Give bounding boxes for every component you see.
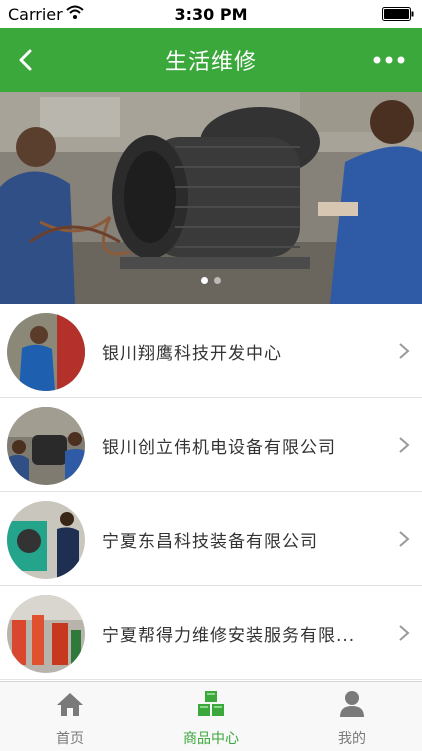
chevron-right-icon	[399, 437, 410, 453]
company-name: 宁夏东昌科技装备有限公司	[102, 532, 318, 552]
tab-bar: 首页 商品中心 我的	[0, 681, 422, 751]
banner-carousel[interactable]	[0, 92, 422, 304]
tab-mine-label: 我的	[338, 731, 366, 747]
status-bar: Carrier 3:30 PM	[0, 0, 422, 28]
home-icon	[57, 693, 83, 716]
list-item[interactable]: 宁夏东昌科技装备有限公司	[0, 492, 422, 586]
clock-time: 3:30 PM	[174, 5, 248, 24]
cubes-icon	[198, 691, 224, 716]
carousel-indicator	[0, 269, 422, 288]
chevron-right-icon	[399, 531, 410, 547]
tab-home[interactable]: 首页	[0, 682, 140, 751]
tab-mine[interactable]: 我的	[282, 682, 422, 751]
list-item[interactable]: 宁夏帮得力维修安装服务有限...	[0, 586, 422, 680]
company-thumbnail	[7, 407, 85, 485]
company-name: 银川创立伟机电设备有限公司	[102, 438, 336, 458]
company-thumbnail	[7, 595, 85, 673]
page-title: 生活维修	[164, 50, 257, 75]
company-thumbnail	[7, 313, 85, 391]
nav-bar: 生活维修	[0, 28, 422, 92]
company-name: 宁夏帮得力维修安装服务有限...	[102, 626, 356, 646]
tab-product-center[interactable]: 商品中心	[141, 682, 281, 751]
company-list: 银川翔鹰科技开发中心 银川创立伟机电设备有限公司 宁夏东昌科技装备有限公司 宁夏…	[0, 304, 422, 680]
battery-icon	[382, 7, 414, 21]
carousel-dot[interactable]	[214, 277, 221, 284]
user-icon	[340, 691, 364, 717]
company-name: 银川翔鹰科技开发中心	[102, 344, 282, 364]
list-item[interactable]: 银川翔鹰科技开发中心	[0, 304, 422, 398]
carousel-dot[interactable]	[201, 277, 208, 284]
chevron-right-icon	[399, 625, 410, 641]
tab-product-center-label: 商品中心	[183, 731, 239, 747]
company-thumbnail	[7, 501, 85, 579]
more-dots-icon[interactable]	[372, 50, 406, 70]
list-item[interactable]: 银川创立伟机电设备有限公司	[0, 398, 422, 492]
chevron-right-icon	[399, 343, 410, 359]
tab-home-label: 首页	[56, 731, 84, 747]
